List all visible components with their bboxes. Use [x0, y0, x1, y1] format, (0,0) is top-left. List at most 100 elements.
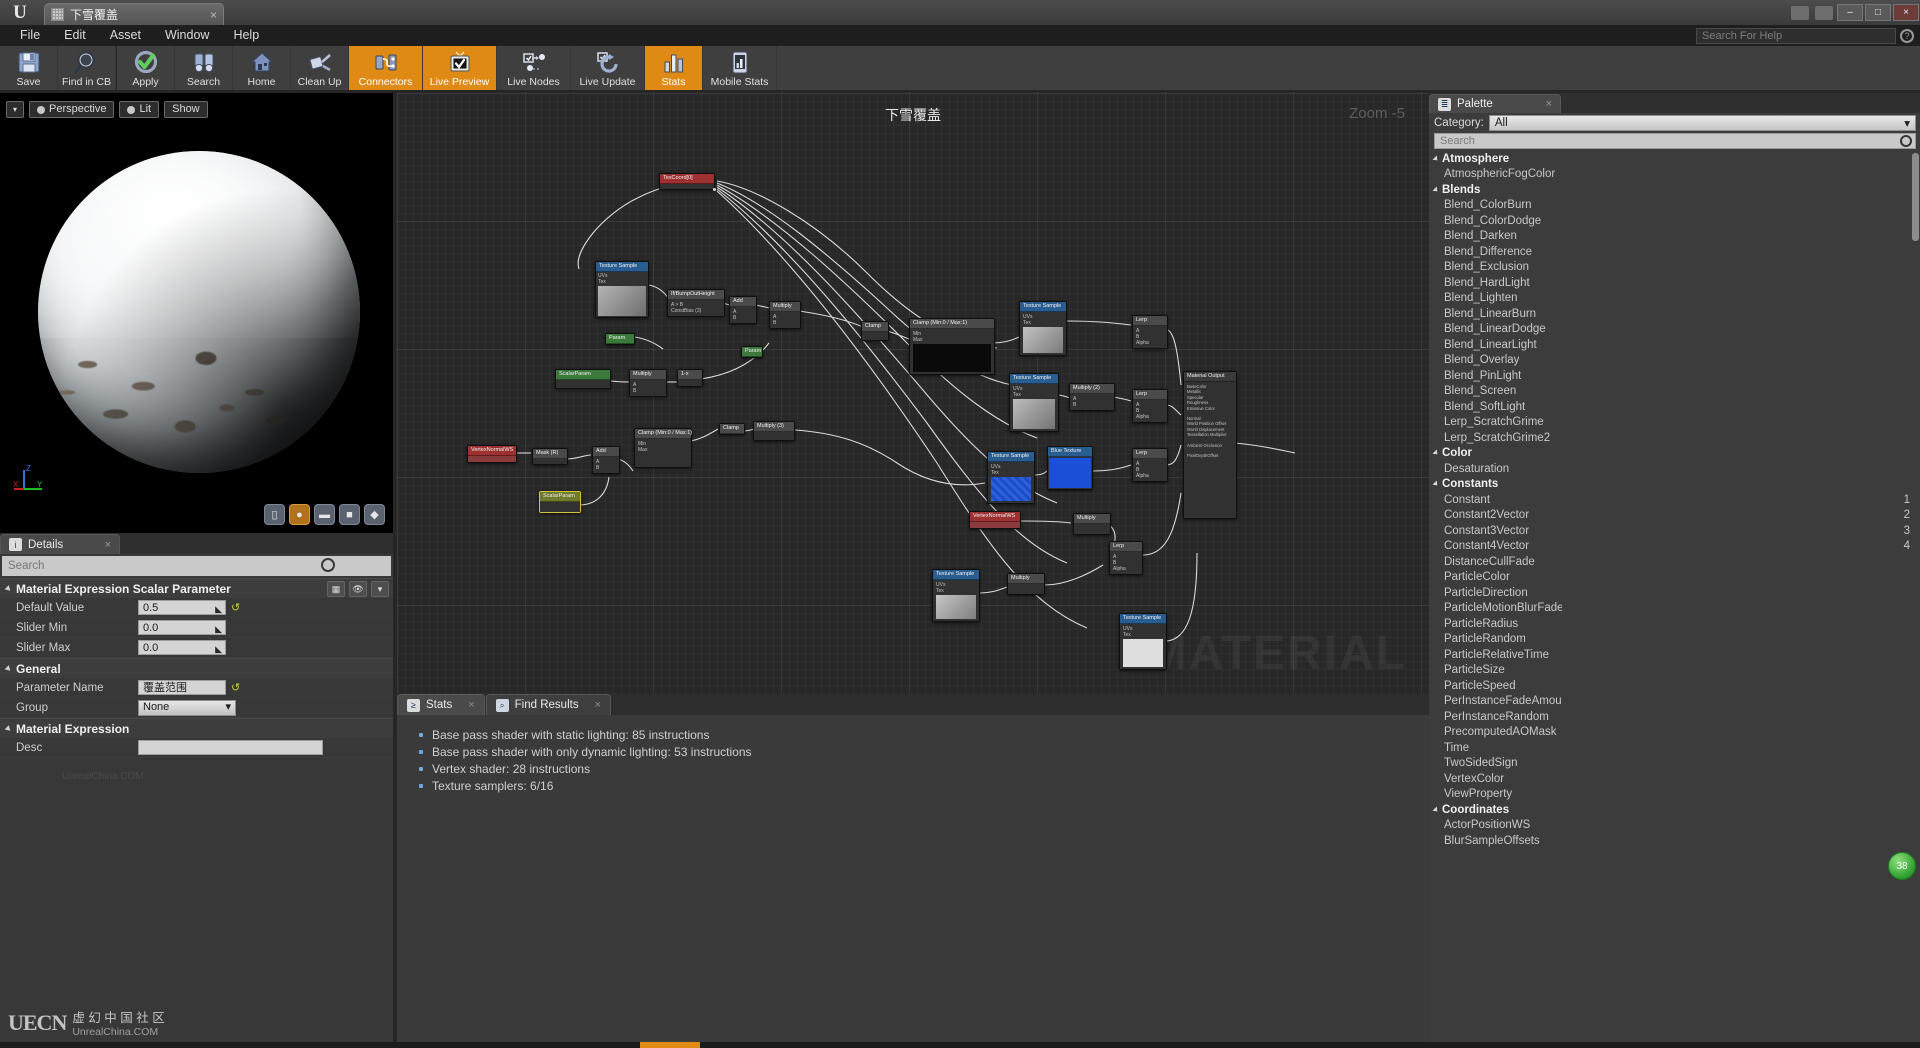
graph-node-clamp-1[interactable]: Clamp [861, 321, 889, 341]
graph-node-add-2[interactable]: Add AB [592, 446, 620, 474]
palette-item[interactable]: Blend_LinearDodge [1429, 322, 1920, 338]
stats-tab-close-icon[interactable]: × [468, 699, 474, 711]
find-results-tab-close-icon[interactable]: × [595, 699, 601, 711]
spinner-icon[interactable]: ◣ [215, 622, 222, 636]
palette-item[interactable]: DistanceCullFade [1429, 554, 1920, 570]
section-material-expression[interactable]: Material Expression [0, 718, 393, 738]
graph-node-multiply-4[interactable]: Multiply (3) [753, 421, 795, 441]
menu-window[interactable]: Window [153, 25, 221, 46]
viewport-lighting-button[interactable]: Lit [119, 101, 160, 118]
toolbar-button-live-preview[interactable]: Live Preview [423, 46, 497, 90]
graph-node-texture-sample-5[interactable]: Texture Sample UVs Tex [932, 569, 980, 622]
cube-preview-icon[interactable]: ■ [339, 504, 360, 525]
tab-details[interactable]: i Details × [0, 534, 120, 554]
layout-toggle-icon[interactable] [1791, 5, 1809, 20]
palette-item-list[interactable]: Atmosphere AtmosphericFogColor Blends Blend… [1429, 151, 1920, 1048]
toolbar-button-live-nodes[interactable]: Live Nodes [497, 46, 571, 90]
palette-item[interactable]: PrecomputedAOMask [1429, 725, 1920, 741]
maximize-button[interactable]: □ [1865, 4, 1891, 21]
graph-node-lerp-3[interactable]: Lerp A B Alpha [1132, 448, 1168, 482]
palette-tab-close-icon[interactable]: × [1546, 98, 1552, 110]
menu-edit[interactable]: Edit [52, 25, 98, 46]
graph-node-add-1[interactable]: Add AB [729, 296, 757, 324]
palette-item[interactable]: Blend_ColorDodge [1429, 213, 1920, 229]
graph-node-multiply-6[interactable]: Multiply [1007, 573, 1045, 595]
palette-item[interactable]: Blend_PinLight [1429, 368, 1920, 384]
graph-node-lerp-1[interactable]: Lerp A B Alpha [1132, 315, 1168, 349]
palette-item[interactable]: Constant4Vector 4 [1429, 539, 1920, 555]
palette-category-dropdown[interactable]: All ▾ [1488, 115, 1916, 131]
eye-icon[interactable]: 👁 [349, 581, 367, 597]
palette-item[interactable]: ParticleColor [1429, 570, 1920, 586]
minimize-button[interactable]: – [1837, 4, 1863, 21]
palette-item[interactable]: PerInstanceRandom [1429, 709, 1920, 725]
cylinder-preview-icon[interactable]: ▯ [264, 504, 285, 525]
section-general[interactable]: General [0, 658, 393, 678]
desc-input[interactable] [138, 740, 323, 755]
graph-node-texture-sample-6[interactable]: Texture Sample UVs Tex [1119, 613, 1167, 670]
question-circle-icon[interactable]: ? [1900, 29, 1914, 43]
graph-node-texture-sample-2[interactable]: Texture Sample UVs Tex [1019, 301, 1067, 356]
group-dropdown[interactable]: None ▾ [138, 699, 236, 716]
toolbar-button-apply[interactable]: Apply [117, 46, 175, 90]
viewport-show-menu-button[interactable]: Show [164, 101, 208, 118]
graph-node-scalar-param-1[interactable]: ScalarParam [555, 369, 611, 389]
plane-preview-icon[interactable]: ▬ [314, 504, 335, 525]
toolbar-button-mobile-stats[interactable]: Mobile Stats [703, 46, 777, 90]
palette-search-input[interactable]: Search [1434, 133, 1916, 149]
palette-item[interactable]: Blend_Exclusion [1429, 260, 1920, 276]
graph-node-mask-1[interactable]: Mask (R) [532, 448, 568, 465]
node-output-pin[interactable] [713, 188, 716, 191]
palette-item[interactable]: TwoSidedSign [1429, 756, 1920, 772]
spinner-icon[interactable]: ◣ [215, 602, 222, 616]
tab-stats[interactable]: ≥ Stats × [397, 694, 485, 715]
toolbar-button-live-update[interactable]: Live Update [571, 46, 645, 90]
palette-item[interactable]: Blend_HardLight [1429, 275, 1920, 291]
slider-min-input[interactable]: 0.0 ◣ [138, 620, 226, 635]
default-value-input[interactable]: 0.5 ◣ [138, 600, 226, 615]
toolbar-button-find-in-cb[interactable]: Find in CB [58, 46, 116, 90]
toolbar-button-search[interactable]: Search [175, 46, 233, 90]
palette-group-atmosphere[interactable]: Atmosphere [1429, 151, 1920, 167]
graph-node-texture-sample-4[interactable]: Texture Sample UVs Tex [987, 451, 1035, 504]
graph-node-multiply-5[interactable]: Multiply [1073, 513, 1111, 535]
help-search-input[interactable]: Search For Help [1696, 28, 1896, 44]
graph-node-blue-texture[interactable]: Blue Texture [1047, 446, 1093, 490]
graph-node-multiply-2[interactable]: Multiply AB [629, 369, 667, 397]
revert-icon[interactable]: ↺ [231, 681, 240, 694]
palette-item[interactable]: ParticleSpeed [1429, 678, 1920, 694]
custom-mesh-icon[interactable]: ◆ [364, 504, 385, 525]
graph-node-multiply-1[interactable]: Multiply AB [769, 301, 801, 329]
graph-node-param-2[interactable]: Param [741, 346, 763, 358]
palette-group-coordinates[interactable]: Coordinates [1429, 802, 1920, 818]
palette-item[interactable]: Blend_Screen [1429, 384, 1920, 400]
palette-item[interactable]: Blend_Darken [1429, 229, 1920, 245]
menu-help[interactable]: Help [221, 25, 271, 46]
palette-item[interactable]: Constant 1 [1429, 492, 1920, 508]
sphere-preview-icon[interactable]: ● [289, 504, 310, 525]
tab-palette[interactable]: ≣ Palette × [1429, 94, 1561, 113]
palette-group-constants[interactable]: Constants [1429, 477, 1920, 493]
details-search-input[interactable]: Search [2, 556, 391, 576]
graph-node-material-output[interactable]: Material Output BaseColor Metallic Specula… [1183, 371, 1237, 519]
palette-scrollbar[interactable] [1912, 153, 1919, 241]
viewport-view-mode-button[interactable]: Perspective [29, 101, 115, 118]
spinner-icon[interactable]: ◣ [215, 642, 222, 656]
palette-item[interactable]: PerInstanceFadeAmoun [1429, 694, 1920, 710]
palette-item[interactable]: ViewProperty [1429, 787, 1920, 803]
tab-find-results[interactable]: ⌕ Find Results × [485, 694, 612, 715]
palette-item[interactable]: Lerp_ScratchGrime2 [1429, 430, 1920, 446]
palette-item[interactable]: Constant2Vector 2 [1429, 508, 1920, 524]
material-preview-viewport[interactable]: ▾ Perspective Lit Show Z Y X ▯ ● ▬ ■ ◆ [0, 93, 393, 533]
palette-item[interactable]: ParticleRadius [1429, 616, 1920, 632]
palette-item[interactable]: ParticleRelativeTime [1429, 647, 1920, 663]
palette-item[interactable]: Blend_Overlay [1429, 353, 1920, 369]
parameter-name-input[interactable]: 覆盖范围 [138, 680, 226, 695]
graph-node-lerp-4[interactable]: Lerp A B Alpha [1109, 541, 1143, 575]
viewport-options-arrow-icon[interactable]: ▾ [6, 101, 24, 118]
graph-node-multiply-3[interactable]: Multiply (2) AB [1069, 383, 1115, 411]
graph-node-clamp-2[interactable]: Clamp [719, 423, 745, 435]
toolbar-button-home[interactable]: Home [233, 46, 291, 90]
graph-node-param-1[interactable]: Param [605, 333, 635, 345]
material-graph-canvas[interactable]: 下雪覆盖 Zoom -5 MATERIAL TexCoord[0] Textur… [397, 93, 1429, 693]
